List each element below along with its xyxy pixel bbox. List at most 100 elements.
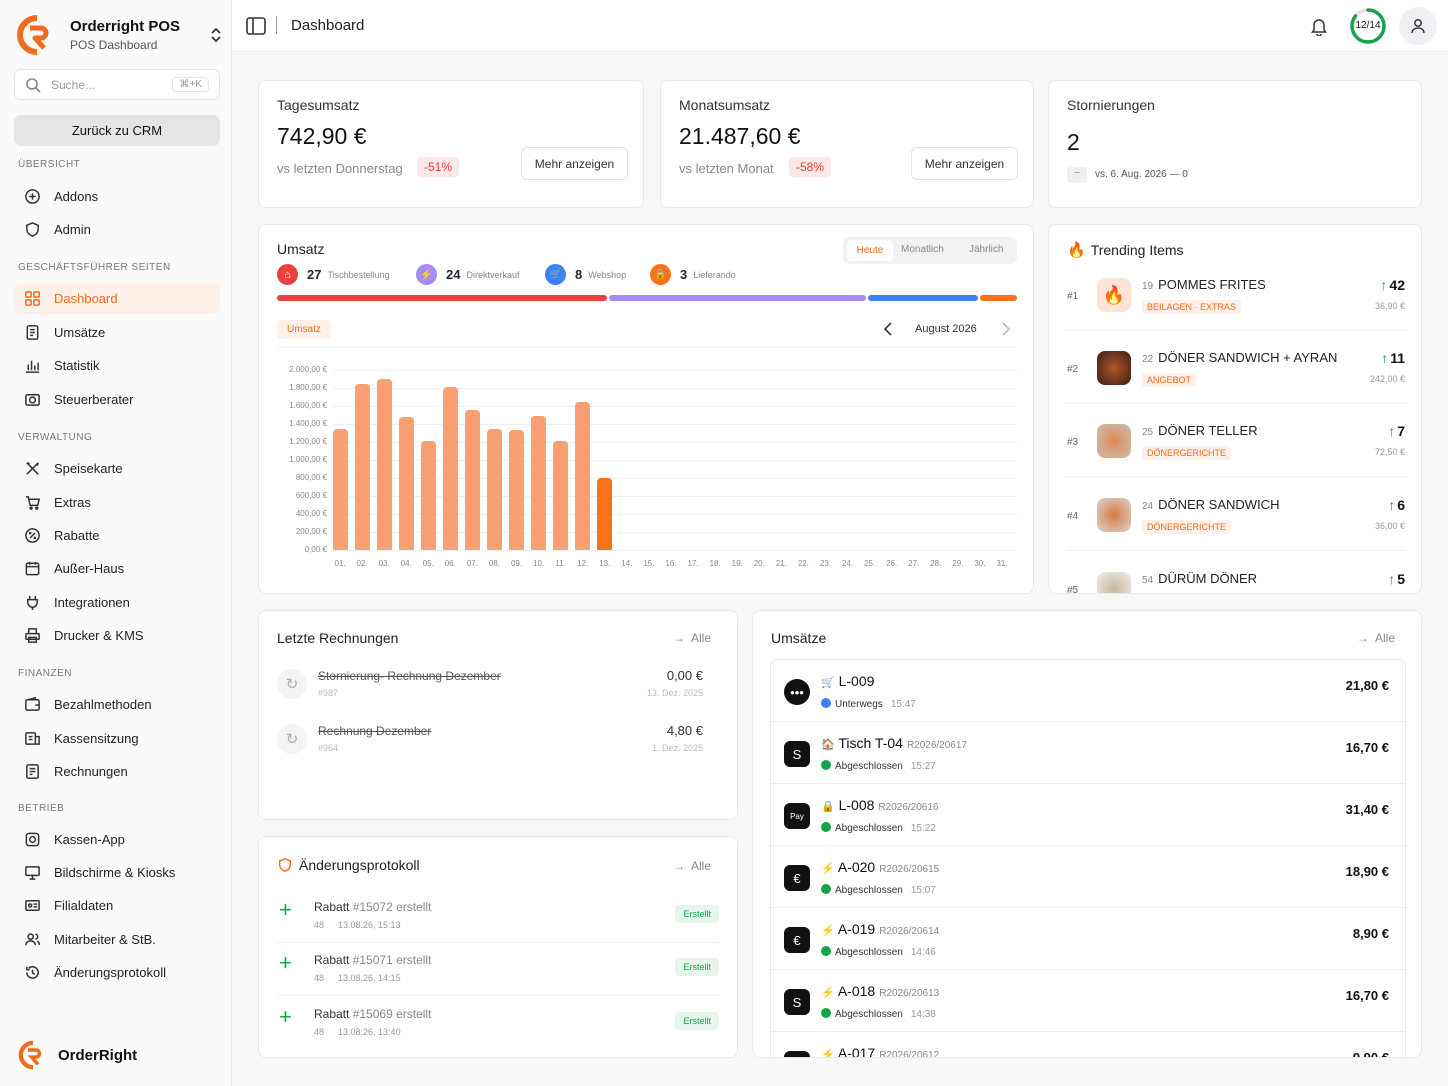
x-tick-label: 07. xyxy=(466,559,478,568)
status-text: Abgeschlossen xyxy=(835,885,903,896)
trending-rank: #5 xyxy=(1067,585,1079,594)
shield-icon xyxy=(278,858,292,872)
tab-monatlich[interactable]: Monatlich xyxy=(901,244,944,255)
chart-bar[interactable] xyxy=(376,379,392,550)
sidebar-item-ausser-haus[interactable]: Außer-Haus xyxy=(14,553,220,584)
back-to-crm-button[interactable]: Zurück zu CRM xyxy=(14,115,220,146)
trending-count-value: 11 xyxy=(1390,350,1405,366)
chart-bar[interactable] xyxy=(486,429,502,550)
sidebar-item-label: Rabatte xyxy=(54,528,100,543)
transaction-row[interactable]: € ⚡ A-017R2026/20612 9,90 € xyxy=(771,1032,1405,1057)
chart-bar[interactable] xyxy=(442,387,458,550)
all-link-label: Alle xyxy=(1374,631,1395,645)
sidebar-item-kassensitzung[interactable]: Kassensitzung xyxy=(14,723,220,754)
sidebar-item-filialdaten[interactable]: Filialdaten xyxy=(14,890,220,921)
tab-heute[interactable]: Heute xyxy=(847,240,893,261)
sidebar-item-kassen-app[interactable]: Kassen-App xyxy=(14,824,220,855)
card-title: Änderungsprotokoll xyxy=(299,857,420,873)
check-circle-icon xyxy=(821,822,831,832)
sidebar-item-statistik[interactable]: Statistik xyxy=(14,350,220,381)
chevron-left-icon[interactable] xyxy=(883,322,893,336)
transaction-id: 🔒 L-008 R2026/20616 xyxy=(821,797,938,813)
chart-bar[interactable] xyxy=(354,384,370,550)
chart-bar[interactable] xyxy=(332,429,348,550)
x-tick-label: 24. xyxy=(841,559,854,568)
changelog-row[interactable]: + Rabatt #15072 erstellt 48 13.08.26, 15:… xyxy=(277,891,719,943)
chevron-right-icon[interactable] xyxy=(1001,322,1011,336)
chart-bar[interactable] xyxy=(398,416,414,550)
dots-icon: ••• xyxy=(784,679,810,705)
transaction-row[interactable]: ••• 🛒 L-009 Unterwegs 15:47 21,80 € xyxy=(771,660,1405,722)
sidebar-item-speisekarte[interactable]: Speisekarte xyxy=(14,453,220,484)
sidebar-item-umsaetze[interactable]: Umsätze xyxy=(14,317,220,348)
sidebar-item-addons[interactable]: Addons xyxy=(14,181,220,212)
chevron-updown-icon[interactable] xyxy=(210,26,222,44)
mehr-anzeigen-button[interactable]: Mehr anzeigen xyxy=(521,147,628,180)
register-icon xyxy=(25,732,40,745)
sidebar-item-rechnungen[interactable]: Rechnungen xyxy=(14,756,220,787)
trending-item[interactable]: #4 24 DÖNER SANDWICH DÖNERGERICHTE ↑ 6 36,… xyxy=(1067,489,1405,551)
sidebar-item-steuerberater[interactable]: Steuerberater xyxy=(14,384,220,415)
cart-icon: 🛒 xyxy=(821,677,835,689)
search-shortcut: ⌘+K xyxy=(172,77,209,92)
chart-bar[interactable] xyxy=(509,430,525,550)
invoice-icon xyxy=(26,764,39,779)
setup-progress-ring[interactable]: 12/14 xyxy=(1349,7,1387,45)
sidebar-item-integrationen[interactable]: Integrationen xyxy=(14,587,220,618)
transaction-row[interactable]: S 🏠 Tisch T-04 R2026/20617 Abgeschlossen 1… xyxy=(771,722,1405,784)
transaction-row[interactable]: S ⚡ A-018 R2026/20613 Abgeschlossen 14:38 … xyxy=(771,970,1405,1032)
tab-jaehrlich[interactable]: Jährlich xyxy=(969,244,1003,255)
wallet-icon xyxy=(25,696,40,711)
sidebar-item-admin[interactable]: Admin xyxy=(14,214,220,245)
chart-bar[interactable] xyxy=(575,402,591,550)
trending-item[interactable]: #1 🔥 19 POMMES FRITES BEILAGEN · EXTRAS ↑… xyxy=(1067,269,1405,331)
changelog-ref: #15072 erstellt xyxy=(352,900,432,914)
sidebar-item-extras[interactable]: Extras xyxy=(14,487,220,518)
share-segment-0 xyxy=(277,295,608,301)
mehr-anzeigen-button[interactable]: Mehr anzeigen xyxy=(911,147,1018,180)
transaction-row[interactable]: Pay 🔒 L-008 R2026/20616 Abgeschlossen 15:2… xyxy=(771,784,1405,846)
all-invoices-link[interactable]: → Alle xyxy=(673,631,711,645)
transaction-row[interactable]: € ⚡ A-019 R2026/20614 Abgeschlossen 14:46 … xyxy=(771,908,1405,970)
sidebar-item-label: Drucker & KMS xyxy=(54,628,144,643)
status-text: Abgeschlossen xyxy=(835,823,903,834)
sidebar-item-mitarbeiter[interactable]: Mitarbeiter & StB. xyxy=(14,924,220,955)
grid-icon xyxy=(25,291,40,306)
sidebar-item-dashboard[interactable]: Dashboard xyxy=(14,283,220,314)
y-tick-label: 600,00 € xyxy=(295,491,327,500)
id-card-icon xyxy=(25,900,40,911)
chart-bar[interactable] xyxy=(464,409,480,550)
search-input[interactable]: Suche... ⌘+K xyxy=(14,69,220,100)
bell-icon[interactable] xyxy=(1310,17,1328,36)
check-circle-icon xyxy=(821,946,831,956)
invoice-row[interactable]: ↻ Stornierung- Rechnung Dezember #987 0,… xyxy=(277,659,711,711)
trending-item[interactable]: #2 22 DÖNER SANDWICH + AYRAN ANGEBOT ↑ 11 … xyxy=(1067,342,1405,404)
brand-switcher[interactable]: Orderright POS POS Dashboard xyxy=(16,14,222,56)
sidebar-item-drucker[interactable]: Drucker & KMS xyxy=(14,620,220,651)
trending-item[interactable]: #3 25 DÖNER TELLER DÖNERGERICHTE ↑ 7 72,50… xyxy=(1067,415,1405,477)
x-tick-label: 20. xyxy=(753,559,765,568)
all-umsaetze-link[interactable]: → Alle xyxy=(1357,631,1395,645)
metric-chip[interactable]: Umsatz xyxy=(277,320,331,339)
avatar[interactable] xyxy=(1399,7,1437,45)
sidebar-toggle-icon[interactable] xyxy=(246,17,266,35)
changelog-row[interactable]: + Rabatt #15071 erstellt 48 13.08.26, 14:… xyxy=(277,944,719,996)
all-changelog-link[interactable]: → Alle xyxy=(673,859,711,873)
chart-bar[interactable] xyxy=(553,441,569,550)
sidebar-item-rabatte[interactable]: Rabatte xyxy=(14,520,220,551)
sidebar-item-bildschirme[interactable]: Bildschirme & Kiosks xyxy=(14,857,220,888)
transaction-row[interactable]: € ⚡ A-020 R2026/20615 Abgeschlossen 15:07 … xyxy=(771,846,1405,908)
sidebar-item-aenderungsprotokoll[interactable]: Änderungsprotokoll xyxy=(14,957,220,988)
sidebar-item-bezahlmethoden[interactable]: Bezahlmethoden xyxy=(14,689,220,720)
chart-bar[interactable] xyxy=(420,441,436,550)
changelog-row[interactable]: + Rabatt #15069 erstellt 48 13.08.26, 13:… xyxy=(277,998,719,1050)
x-tick-label: 21. xyxy=(775,559,787,568)
invoice-row[interactable]: ↻ Rechnung Dezember #964 4,80 € 1. Dez. … xyxy=(277,714,711,766)
bolt-icon: ⚡ xyxy=(821,863,835,875)
topbar: Dashboard 12/14 xyxy=(232,0,1448,52)
trending-item[interactable]: #5 54 DÜRÜM DÖNER ↑ 5 xyxy=(1067,563,1405,594)
transaction-status: Abgeschlossen 15:27 xyxy=(821,760,936,772)
chart-bar[interactable] xyxy=(597,478,613,550)
kpi-compare: vs. 6. Aug. 2026 — 0 xyxy=(1095,169,1188,180)
chart-bar[interactable] xyxy=(531,415,547,550)
